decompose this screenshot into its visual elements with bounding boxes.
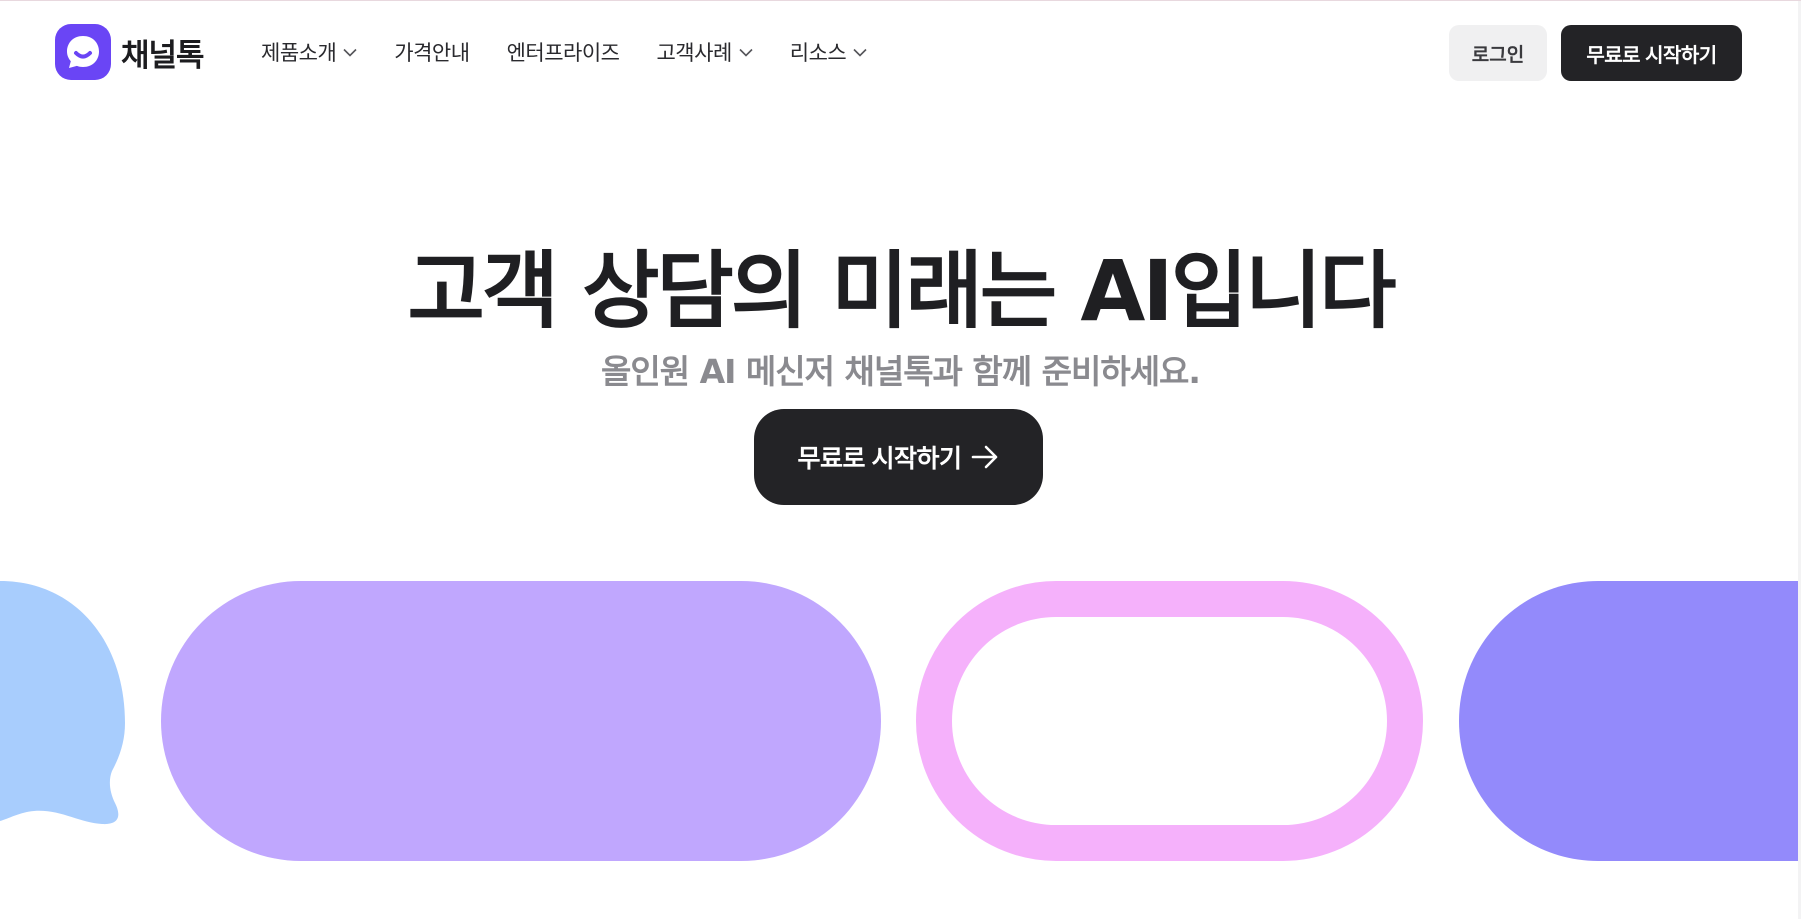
login-button[interactable]: 로그인 bbox=[1449, 25, 1547, 81]
chevron-down-icon bbox=[739, 48, 753, 57]
nav-item-label: 제품소개 bbox=[261, 41, 337, 65]
hero-subtitle: 올인원 AI 메신저 채널톡과 함께 준비하세요. bbox=[601, 352, 1201, 391]
start-free-nav-button[interactable]: 무료로 시작하기 bbox=[1561, 25, 1742, 81]
nav-item-products[interactable]: 제품소개 bbox=[261, 37, 357, 67]
nav-item-label: 엔터프라이즈 bbox=[506, 41, 620, 65]
pink-ring-shape bbox=[916, 581, 1423, 861]
nav-item-customers[interactable]: 고객사례 bbox=[656, 37, 753, 67]
main-menu: 제품소개 가격안내 엔터프라이즈 고객사례 리소스 bbox=[261, 34, 904, 70]
arrow-right-icon bbox=[971, 445, 999, 469]
nav-item-label: 고객사례 bbox=[656, 41, 732, 65]
speech-bubble-shape bbox=[0, 581, 125, 825]
nav-item-label: 가격안내 bbox=[394, 41, 470, 65]
chevron-down-icon bbox=[343, 48, 357, 57]
hero-cta-label: 무료로 시작하기 bbox=[797, 445, 962, 473]
decorative-shapes bbox=[0, 581, 1801, 861]
landing-page: 채널톡 제품소개 가격안내 엔터프라이즈 고객사례 리소스 로그인 무료로 시작… bbox=[0, 0, 1801, 919]
chat-smile-icon bbox=[55, 24, 111, 80]
periwinkle-pill-shape bbox=[1459, 581, 1801, 861]
nav-item-label: 리소스 bbox=[789, 41, 847, 65]
brand-logo[interactable]: 채널톡 bbox=[55, 24, 205, 80]
brand-name: 채널톡 bbox=[121, 37, 205, 74]
top-navigation: 채널톡 제품소개 가격안내 엔터프라이즈 고객사례 리소스 로그인 무료로 시작… bbox=[0, 1, 1801, 101]
lavender-pill-shape bbox=[161, 581, 881, 861]
chevron-down-icon bbox=[853, 48, 867, 57]
nav-item-enterprise[interactable]: 엔터프라이즈 bbox=[507, 37, 620, 67]
hero-start-free-button[interactable]: 무료로 시작하기 bbox=[754, 409, 1043, 505]
hero-title: 고객 상담의 미래는 AI입니다 bbox=[407, 242, 1396, 341]
nav-item-resources[interactable]: 리소스 bbox=[790, 37, 867, 67]
nav-item-pricing[interactable]: 가격안내 bbox=[394, 37, 470, 67]
